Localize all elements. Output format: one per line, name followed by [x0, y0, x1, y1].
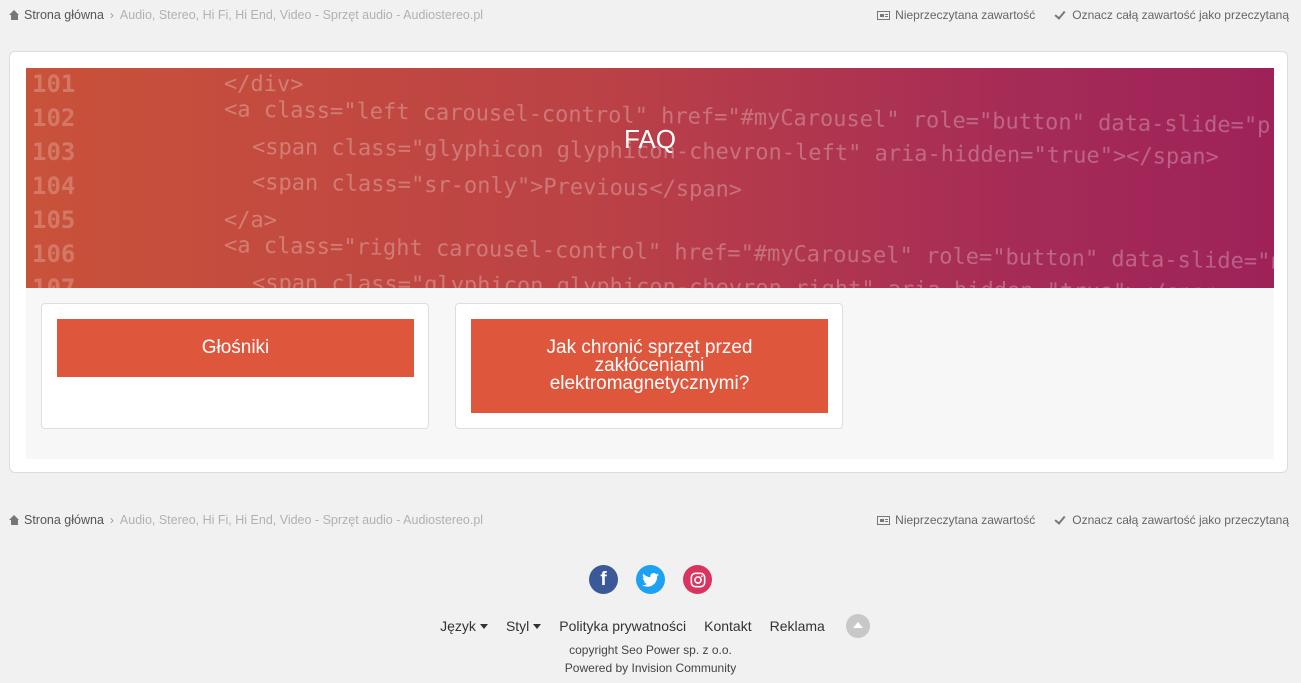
breadcrumb-home-label: Strona główna: [24, 513, 104, 527]
breadcrumb-home-link[interactable]: Strona główna: [9, 513, 104, 527]
language-label: Język: [440, 618, 476, 634]
code-line-text: <a class="right carousel-control" href="…: [223, 233, 1274, 276]
check-icon: [1054, 512, 1066, 525]
breadcrumb-current[interactable]: Audio, Stereo, Hi Fi, Hi End, Video - Sp…: [120, 513, 483, 527]
language-menu[interactable]: Język: [440, 618, 488, 634]
contact-link[interactable]: Kontakt: [704, 618, 751, 634]
back-to-top-button[interactable]: [845, 614, 870, 638]
twitter-icon[interactable]: [636, 565, 665, 594]
powered-by-link[interactable]: Powered by Invision Community: [0, 661, 1301, 675]
home-icon: [9, 10, 20, 20]
breadcrumb-actions: Nieprzeczytana zawartość Oznacz całą zaw…: [877, 512, 1289, 527]
caret-down-icon: [533, 623, 542, 629]
code-line-text: <span class="glyphicon glyphicon-chevron…: [252, 271, 1232, 288]
copyright-text: copyright Seo Power sp. z o.o.: [569, 643, 732, 657]
content-inner: 100</div>101</div>102<a class="left caro…: [26, 68, 1274, 459]
mark-all-read-link[interactable]: Oznacz całą zawartość jako przeczytaną: [1054, 7, 1289, 22]
footer-links: Język Styl Polityka prywatności Kontakt …: [0, 614, 1301, 638]
facebook-icon[interactable]: f: [589, 565, 618, 594]
code-line-number: 107: [32, 274, 76, 288]
caret-up-icon: [852, 622, 863, 628]
faq-card: Głośniki: [41, 303, 429, 429]
chevron-right-icon: ›: [109, 513, 114, 527]
breadcrumb-home-label: Strona główna: [24, 8, 104, 22]
faq-category-button[interactable]: Jak chronić sprzęt przed zakłóceniami el…: [471, 319, 828, 413]
instagram-icon[interactable]: [683, 565, 712, 594]
instagram-camera-icon: [690, 572, 705, 587]
style-label: Styl: [505, 618, 530, 634]
mark-all-read-label: Oznacz całą zawartość jako przeczytaną: [1072, 513, 1289, 527]
home-icon: [9, 515, 20, 525]
unread-content-link[interactable]: Nieprzeczytana zawartość: [877, 513, 1035, 527]
code-line-text: </a>: [223, 207, 278, 234]
content-panel: 100</div>101</div>102<a class="left caro…: [9, 51, 1288, 473]
mark-all-read-label: Oznacz całą zawartość jako przeczytaną: [1072, 8, 1289, 22]
newspaper-icon: [877, 515, 891, 525]
unread-content-label: Nieprzeczytana zawartość: [895, 513, 1036, 527]
social-links: f: [0, 565, 1301, 594]
ads-link[interactable]: Reklama: [770, 618, 825, 634]
unread-content-label: Nieprzeczytana zawartość: [895, 8, 1036, 22]
newspaper-icon: [877, 10, 891, 20]
breadcrumb-actions: Nieprzeczytana zawartość Oznacz całą zaw…: [877, 7, 1289, 22]
code-line-number: 104: [32, 172, 76, 200]
breadcrumb: Strona główna › Audio, Stereo, Hi Fi, Hi…: [9, 513, 483, 527]
facebook-glyph: f: [600, 568, 607, 590]
breadcrumb: Strona główna › Audio, Stereo, Hi Fi, Hi…: [9, 8, 483, 22]
page-title: FAQ: [623, 124, 676, 154]
hero-banner: 100</div>101</div>102<a class="left caro…: [26, 68, 1274, 288]
check-icon: [1054, 7, 1066, 20]
code-line-text: </div>: [223, 71, 304, 98]
privacy-policy-link[interactable]: Polityka prywatności: [559, 618, 686, 634]
breadcrumb-bar-top: Strona główna › Audio, Stereo, Hi Fi, Hi…: [0, 0, 1301, 32]
unread-content-link[interactable]: Nieprzeczytana zawartość: [877, 8, 1035, 22]
faq-card: Jak chronić sprzęt przed zakłóceniami el…: [455, 303, 843, 429]
faq-category-button[interactable]: Głośniki: [57, 319, 414, 377]
breadcrumb-bar-bottom: Strona główna › Audio, Stereo, Hi Fi, Hi…: [0, 505, 1301, 537]
style-menu[interactable]: Styl: [505, 618, 542, 634]
code-line-number: 105: [32, 206, 76, 234]
code-line-number: 101: [32, 70, 76, 98]
code-background: 100</div>101</div>102<a class="left caro…: [26, 68, 1274, 288]
caret-down-icon: [479, 623, 488, 629]
twitter-bird-icon: [642, 572, 659, 587]
breadcrumb-home-link[interactable]: Strona główna: [9, 8, 104, 22]
code-line-number: 106: [32, 240, 76, 268]
code-line-text: <span class="sr-only">Previous</span>: [251, 170, 743, 203]
breadcrumb-current[interactable]: Audio, Stereo, Hi Fi, Hi End, Video - Sp…: [120, 8, 483, 22]
mark-all-read-link[interactable]: Oznacz całą zawartość jako przeczytaną: [1054, 512, 1289, 527]
chevron-right-icon: ›: [109, 8, 114, 22]
